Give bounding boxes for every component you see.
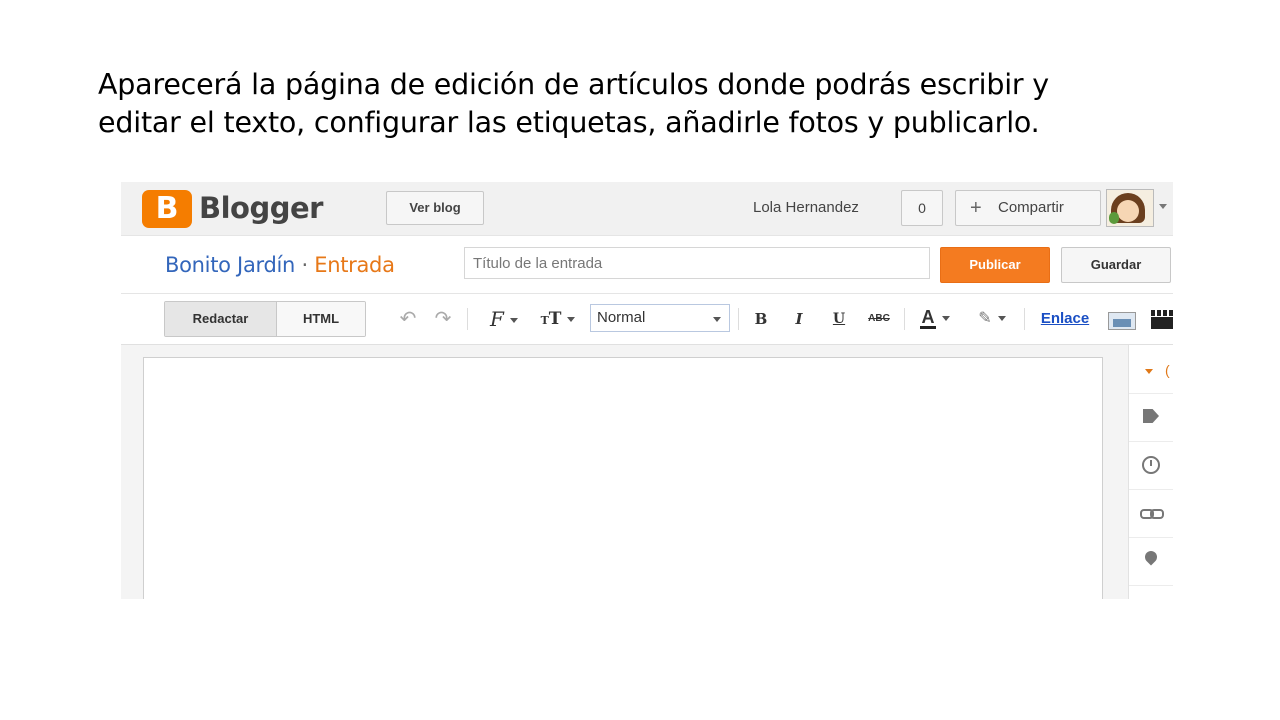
highlight-button[interactable]: ✎ [969, 307, 1015, 331]
undo-icon[interactable]: ↶ [396, 307, 420, 331]
sidebar-item-settings[interactable]: ( [1129, 345, 1173, 394]
sidebar-item-permalink[interactable] [1129, 489, 1173, 538]
toolbar-divider [467, 308, 468, 330]
blog-name-link[interactable]: Bonito Jardín [165, 253, 295, 277]
text-color-button[interactable]: A [914, 307, 956, 331]
toolbar-divider [738, 308, 739, 330]
share-label: Compartir [998, 199, 1064, 216]
instruction-caption: Aparecerá la página de edición de artícu… [98, 66, 1188, 142]
caption-line-1: Aparecerá la página de edición de artícu… [98, 68, 1049, 101]
top-bar: B Blogger Ver blog Lola Hernandez 0 + Co… [121, 182, 1173, 236]
share-button[interactable]: + Compartir [955, 190, 1101, 226]
sidebar-item-location[interactable] [1129, 537, 1173, 586]
format-select[interactable]: Normal [590, 304, 730, 332]
sidebar-item-labels[interactable] [1129, 393, 1173, 442]
redo-icon[interactable]: ↷ [431, 307, 455, 331]
strikethrough-button[interactable]: ABC [865, 307, 893, 331]
image-icon[interactable] [1108, 312, 1136, 330]
label-tag-icon [1143, 409, 1159, 423]
post-header-bar: Bonito Jardín · Entrada Publicar Guardar [121, 236, 1173, 294]
post-settings-sidebar: ( [1129, 345, 1173, 599]
plus-icon: + [970, 197, 982, 219]
font-size-icon: T [548, 309, 562, 329]
editor-mode-toggle: Redactar HTML [164, 301, 366, 337]
italic-button[interactable]: I [789, 307, 809, 331]
format-select-value: Normal [597, 309, 646, 326]
permalink-chain-icon [1140, 509, 1164, 519]
toolbar-divider [904, 308, 905, 330]
underline-button[interactable]: U [829, 307, 849, 331]
sidebar-item-schedule[interactable] [1129, 441, 1173, 490]
link-button[interactable]: Enlace [1033, 307, 1097, 331]
avatar[interactable] [1106, 189, 1154, 227]
view-blog-button[interactable]: Ver blog [386, 191, 484, 225]
chevron-down-icon [713, 317, 721, 322]
tab-compose[interactable]: Redactar [165, 302, 277, 336]
chevron-down-icon[interactable] [1159, 204, 1167, 209]
location-pin-icon [1142, 548, 1160, 566]
settings-caret-icon [1145, 369, 1153, 374]
logo-text[interactable]: Blogger [199, 191, 323, 225]
schedule-clock-icon [1142, 456, 1160, 474]
user-name[interactable]: Lola Hernandez [753, 199, 859, 216]
toolbar-divider [1024, 308, 1025, 330]
font-size-small-icon: T [540, 314, 549, 327]
breadcrumb-section: Entrada [314, 253, 395, 277]
font-size-button[interactable]: TT [535, 307, 581, 331]
tab-html[interactable]: HTML [277, 302, 365, 336]
editor-area [121, 345, 1129, 599]
publish-button[interactable]: Publicar [940, 247, 1050, 283]
font-icon: F [490, 307, 504, 331]
logo-letter: B [155, 191, 179, 226]
blogger-editor-screenshot: B Blogger Ver blog Lola Hernandez 0 + Co… [121, 182, 1173, 599]
bold-button[interactable]: B [751, 307, 771, 331]
editor-toolbar: Redactar HTML ↶ ↷ F TT Normal B I U ABC … [121, 294, 1173, 345]
video-icon[interactable] [1151, 310, 1173, 330]
post-body-editor[interactable] [143, 357, 1103, 599]
post-title-input[interactable] [464, 247, 930, 279]
breadcrumb: Bonito Jardín · Entrada [165, 253, 395, 277]
caption-line-2: editar el texto, configurar las etiqueta… [98, 106, 1040, 139]
save-button[interactable]: Guardar [1061, 247, 1171, 283]
highlight-icon: ✎ [978, 310, 992, 327]
notification-count[interactable]: 0 [901, 190, 943, 226]
font-family-button[interactable]: F [481, 307, 527, 331]
text-color-icon: A [920, 307, 936, 329]
breadcrumb-separator: · [301, 253, 308, 277]
blogger-logo-icon[interactable]: B [142, 190, 192, 228]
